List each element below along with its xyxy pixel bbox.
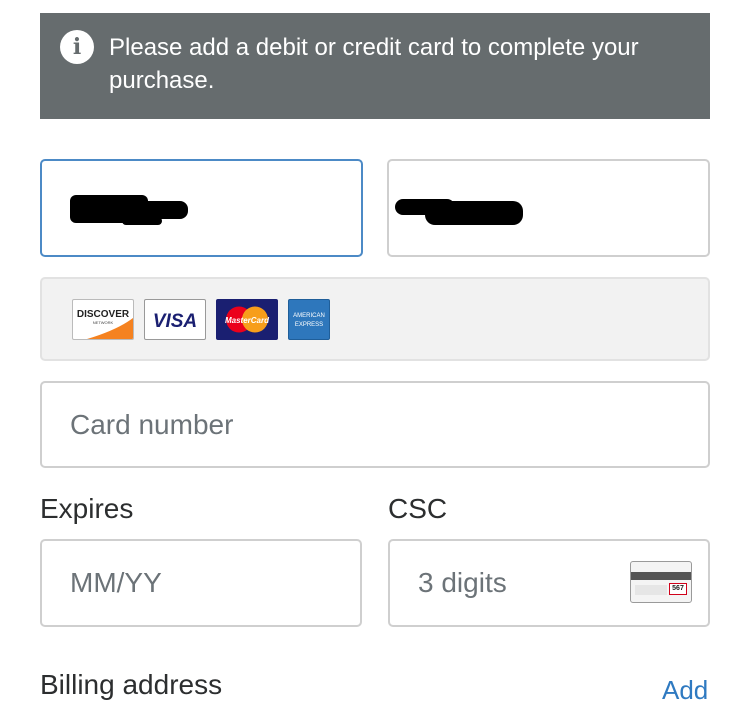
mastercard-logo-graphic: MasterCard: [225, 306, 270, 333]
notice-text: Please add a debit or credit card to com…: [109, 34, 639, 94]
expires-field[interactable]: [40, 539, 362, 627]
amex-label-line1: AMERICAN: [293, 313, 325, 319]
csc-field[interactable]: 567: [388, 539, 710, 627]
csc-label: CSC: [388, 493, 448, 524]
redaction-mark: [489, 207, 523, 219]
discover-sub-label: NETWORK: [93, 320, 114, 325]
visa-label: VISA: [153, 311, 197, 332]
expires-input[interactable]: [42, 541, 360, 625]
expires-label: Expires: [40, 493, 134, 524]
info-notice-banner: i Please add a debit or credit card to c…: [40, 13, 710, 119]
discover-logo: DISCOVER NETWORK: [72, 299, 134, 340]
visa-logo-graphic: VISA: [153, 311, 197, 332]
discover-logo-graphic: DISCOVER NETWORK: [77, 309, 133, 339]
magnetic-stripe: [631, 572, 691, 580]
first-name-field[interactable]: [40, 159, 363, 257]
csc-code-box: 567: [669, 583, 687, 595]
visa-logo: VISA: [144, 299, 206, 340]
billing-address-label: Billing address: [40, 669, 223, 700]
mastercard-logo: MasterCard: [216, 299, 278, 340]
csc-sample-code: 567: [672, 585, 684, 592]
info-icon: i: [60, 30, 94, 64]
last-name-field[interactable]: [387, 159, 710, 257]
add-billing-address-link[interactable]: Add: [662, 675, 708, 706]
redaction-mark: [122, 217, 162, 225]
accepted-cards-strip: DISCOVER NETWORK VISA MasterCard AMERICA…: [40, 277, 710, 361]
amex-label-line2: EXPRESS: [295, 322, 323, 328]
card-back-csc-icon: 567: [630, 561, 692, 603]
card-number-field[interactable]: [40, 381, 710, 468]
mastercard-label: MasterCard: [225, 316, 270, 325]
signature-strip: [635, 585, 667, 595]
amex-logo: AMERICAN EXPRESS: [288, 299, 330, 340]
amex-logo-graphic: AMERICAN EXPRESS: [293, 313, 325, 328]
discover-label: DISCOVER: [77, 309, 130, 320]
card-number-input[interactable]: [42, 383, 708, 466]
